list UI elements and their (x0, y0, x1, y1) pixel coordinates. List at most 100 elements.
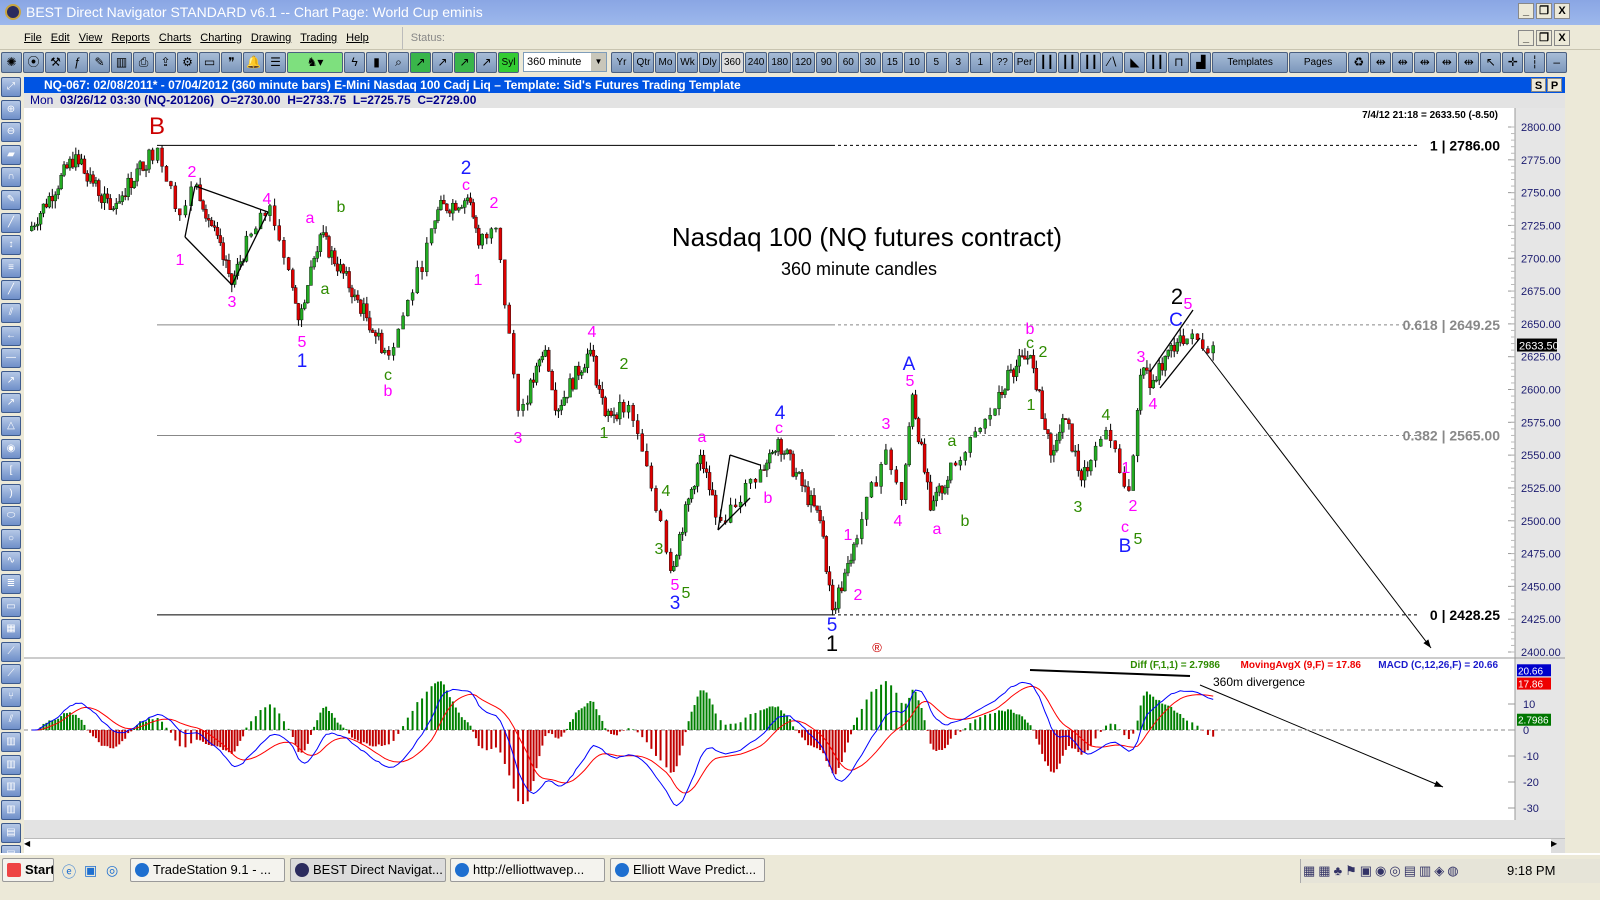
candle-body[interactable] (38, 213, 43, 225)
candle-body[interactable] (931, 500, 936, 511)
candle-body[interactable] (155, 147, 160, 161)
candle-body[interactable] (983, 418, 987, 429)
candle-body[interactable] (658, 510, 663, 521)
candle-body[interactable] (531, 379, 536, 383)
candle-body[interactable] (249, 233, 253, 237)
candle-body[interactable] (1099, 438, 1103, 447)
candle-body[interactable] (1138, 374, 1143, 411)
candle-body[interactable] (347, 271, 351, 289)
candle-body[interactable] (212, 225, 217, 228)
candle-body[interactable] (302, 302, 307, 309)
candle-body[interactable] (869, 482, 874, 498)
candle-body[interactable] (477, 227, 481, 246)
candle-body[interactable] (733, 504, 738, 508)
candle-body[interactable] (341, 264, 346, 274)
candle-body[interactable] (144, 168, 148, 171)
candle-body[interactable] (852, 543, 856, 561)
candle-body[interactable] (621, 402, 626, 413)
candle-body[interactable] (1070, 423, 1074, 452)
candle-body[interactable] (843, 572, 847, 592)
candle-body[interactable] (701, 454, 706, 469)
candle-body[interactable] (299, 308, 304, 321)
candle-body[interactable] (743, 483, 748, 503)
candle-body[interactable] (82, 158, 87, 174)
scroll-right-icon[interactable]: ▶ (1551, 839, 1565, 853)
candle-body[interactable] (677, 534, 682, 556)
candle-body[interactable] (94, 180, 98, 184)
candle-body[interactable] (953, 462, 958, 466)
candle-body[interactable] (1067, 419, 1071, 424)
candle-body[interactable] (62, 164, 66, 176)
candle-body[interactable] (59, 174, 63, 190)
candle-body[interactable] (704, 468, 709, 473)
candle-body[interactable] (958, 460, 963, 466)
candle-body[interactable] (30, 225, 34, 231)
candle-body[interactable] (934, 491, 939, 502)
candle-body[interactable] (286, 257, 291, 270)
candle-body[interactable] (138, 161, 142, 170)
scroll-left-icon[interactable]: ◀ (24, 839, 34, 853)
candle-body[interactable] (224, 259, 228, 261)
candle-body[interactable] (1000, 392, 1004, 395)
task-browser-1[interactable]: http://elliottwavep... (450, 858, 605, 882)
candle-body[interactable] (689, 489, 694, 500)
candle-body[interactable] (776, 439, 780, 452)
candle-body[interactable] (489, 228, 494, 239)
candle-body[interactable] (846, 563, 850, 574)
candle-body[interactable] (183, 205, 188, 216)
candle-body[interactable] (32, 225, 37, 228)
candle-body[interactable] (380, 332, 384, 353)
candle-body[interactable] (383, 350, 387, 353)
candle-body[interactable] (782, 453, 786, 455)
candle-body[interactable] (350, 287, 354, 298)
candle-body[interactable] (296, 303, 301, 321)
candle-body[interactable] (818, 510, 822, 521)
candle-body[interactable] (993, 408, 997, 416)
candle-body[interactable] (618, 402, 622, 420)
candle-body[interactable] (164, 166, 169, 182)
candle-body[interactable] (1160, 363, 1164, 371)
start-button[interactable]: Start (2, 858, 54, 882)
candles[interactable] (30, 145, 1215, 616)
trendline[interactable] (184, 236, 233, 286)
date-axis[interactable] (24, 820, 1565, 838)
candle-body[interactable] (88, 174, 92, 182)
candle-body[interactable] (686, 498, 691, 505)
candle-body[interactable] (978, 427, 982, 432)
candle-body[interactable] (293, 287, 298, 304)
candle-body[interactable] (1046, 429, 1050, 434)
candle-body[interactable] (824, 536, 829, 572)
candle-body[interactable] (791, 453, 795, 477)
candle-body[interactable] (788, 449, 792, 455)
candle-body[interactable] (218, 235, 222, 243)
candle-body[interactable] (1026, 357, 1030, 360)
candle-body[interactable] (597, 385, 602, 390)
candle-body[interactable] (439, 200, 443, 210)
candle-body[interactable] (833, 608, 838, 611)
candle-body[interactable] (540, 356, 545, 361)
candle-body[interactable] (445, 203, 449, 212)
candle-body[interactable] (291, 269, 295, 288)
candle-body[interactable] (695, 463, 700, 487)
candle-body[interactable] (1206, 348, 1210, 354)
candle-body[interactable] (457, 207, 461, 211)
candle-body[interactable] (997, 392, 1001, 410)
candle-body[interactable] (494, 227, 498, 230)
candle-body[interactable] (507, 304, 511, 334)
candle-body[interactable] (463, 200, 467, 208)
candle-body[interactable] (698, 454, 703, 465)
candle-body[interactable] (753, 478, 758, 483)
candle-body[interactable] (812, 495, 816, 507)
candle-body[interactable] (56, 188, 60, 196)
candle-body[interactable] (748, 478, 753, 484)
candle-body[interactable] (391, 347, 396, 356)
candle-body[interactable] (117, 201, 121, 204)
candle-body[interactable] (330, 250, 334, 258)
candle-body[interactable] (768, 453, 772, 464)
candle-body[interactable] (215, 227, 220, 236)
candle-body[interactable] (1023, 355, 1027, 360)
candle-body[interactable] (889, 449, 893, 471)
trendline[interactable] (729, 454, 761, 466)
candle-body[interactable] (282, 240, 286, 258)
candle-body[interactable] (713, 494, 718, 518)
